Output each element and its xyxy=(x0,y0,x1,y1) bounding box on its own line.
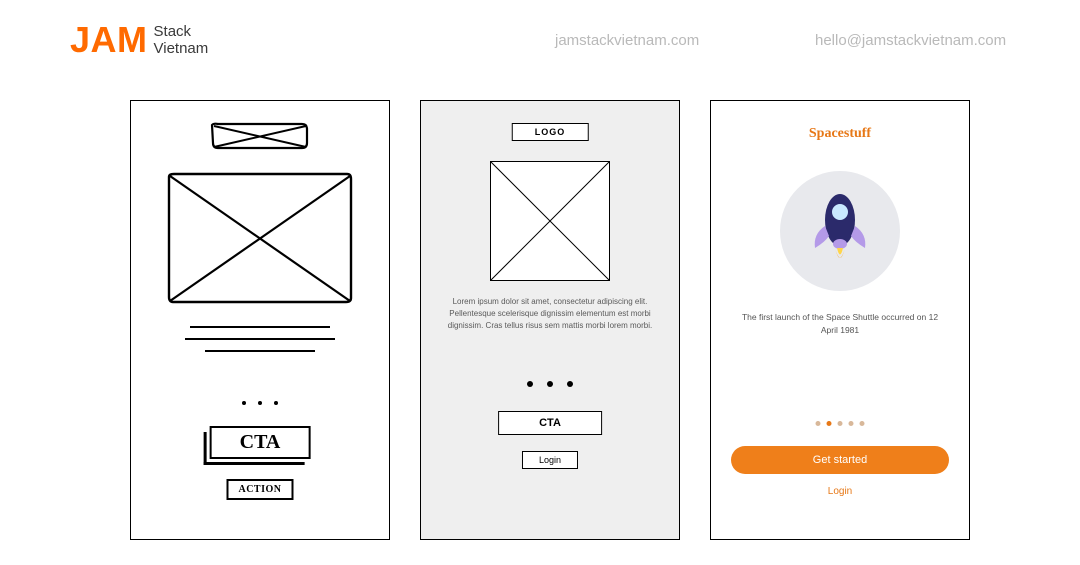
hifi-pager-dots[interactable] xyxy=(816,421,865,426)
sketch-action-button[interactable]: ACTION xyxy=(226,479,293,500)
mockup-stage: CTA ACTION LOGO Lorem ipsum dolor sit am… xyxy=(0,100,1080,565)
rocket-icon xyxy=(805,186,875,276)
hifi-title: Spacestuff xyxy=(711,126,969,142)
wireframe-cta-button[interactable]: CTA xyxy=(498,411,602,435)
sketch-image-placeholder xyxy=(165,171,355,306)
sketch-cta-button[interactable]: CTA xyxy=(210,426,311,459)
email-link[interactable]: hello@jamstackvietnam.com xyxy=(815,32,1006,49)
hifi-illustration xyxy=(780,171,900,291)
logo-stack-text: Stack xyxy=(154,24,209,41)
hifi-frame: Spacestuff The first launch of the Space… xyxy=(710,100,970,540)
hifi-login-link[interactable]: Login xyxy=(711,486,969,497)
page-header: JAM Stack Vietnam jamstackvietnam.com he… xyxy=(0,22,1080,72)
sketch-pager-dots xyxy=(242,401,278,405)
wireframe-body-text: Lorem ipsum dolor sit amet, consectetur … xyxy=(443,296,657,332)
wireframe-frame: LOGO Lorem ipsum dolor sit amet, consect… xyxy=(420,100,680,540)
sketch-logo-placeholder xyxy=(210,121,310,151)
wireframe-image-placeholder xyxy=(490,161,610,281)
site-link[interactable]: jamstackvietnam.com xyxy=(555,32,699,49)
logo-jam-text: JAM xyxy=(70,22,148,58)
wireframe-logo-placeholder: LOGO xyxy=(512,123,589,141)
brand-logo: JAM Stack Vietnam xyxy=(70,22,208,58)
wireframe-pager-dots xyxy=(527,381,573,387)
hifi-get-started-button[interactable]: Get started xyxy=(731,446,949,474)
wireframe-login-button[interactable]: Login xyxy=(522,451,578,469)
hifi-description: The first launch of the Space Shuttle oc… xyxy=(741,311,939,337)
sketch-text-lines xyxy=(185,326,335,352)
sketch-frame: CTA ACTION xyxy=(130,100,390,540)
logo-vietnam-text: Vietnam xyxy=(154,41,209,58)
